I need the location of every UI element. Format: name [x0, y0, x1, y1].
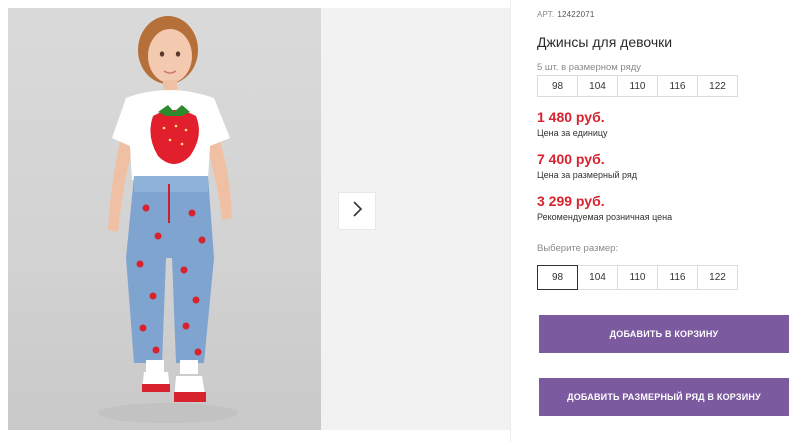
panel-divider [510, 0, 511, 442]
sku-label: АРТ. [537, 10, 555, 19]
unit-price-note: Цена за единицу [537, 128, 608, 138]
size-picker: 98 104 110 116 122 [537, 265, 738, 290]
pack-label: 5 шт. в размерном ряду [537, 62, 642, 73]
product-photo[interactable] [8, 8, 321, 430]
product-gallery [8, 8, 510, 430]
pack-size: 104 [577, 75, 618, 97]
sku-value: 12422071 [557, 10, 595, 19]
add-pack-to-cart-button[interactable]: ДОБАВИТЬ РАЗМЕРНЫЙ РЯД В КОРЗИНУ [539, 378, 789, 416]
girl-in-jeans-illustration [98, 16, 238, 423]
sku: АРТ. 12422071 [537, 10, 595, 19]
pack-size: 116 [657, 75, 698, 97]
size-option-104[interactable]: 104 [577, 265, 618, 290]
pack-size: 98 [537, 75, 578, 97]
next-photo-button[interactable] [338, 192, 376, 230]
size-option-116[interactable]: 116 [657, 265, 698, 290]
retail-price: 3 299 руб. [537, 193, 605, 209]
add-to-cart-button[interactable]: ДОБАВИТЬ В КОРЗИНУ [539, 315, 789, 353]
size-option-110[interactable]: 110 [617, 265, 658, 290]
retail-price-note: Рекомендуемая розничная цена [537, 212, 673, 222]
product-title: Джинсы для девочки [537, 34, 673, 50]
size-option-98[interactable]: 98 [537, 265, 578, 290]
size-option-122[interactable]: 122 [697, 265, 738, 290]
pack-size: 110 [617, 75, 658, 97]
pack-price: 7 400 руб. [537, 151, 605, 167]
pack-size: 122 [697, 75, 738, 97]
pack-price-note: Цена за размерный ряд [537, 170, 638, 180]
chevron-right-icon [350, 200, 364, 223]
unit-price: 1 480 руб. [537, 109, 605, 125]
size-picker-label: Выберите размер: [537, 243, 619, 254]
pack-sizes: 98 104 110 116 122 [537, 75, 738, 97]
